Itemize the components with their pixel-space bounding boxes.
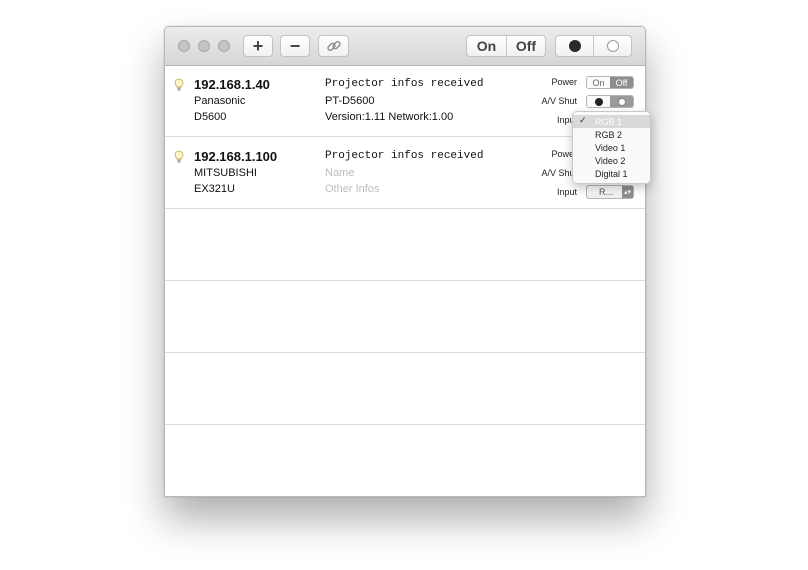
shutter-all-segmented: [555, 35, 632, 57]
toolbar: + − On Off: [165, 27, 645, 66]
input-dropdown-menu: ✓ RGB 1 RGB 2 Video 1 Video 2 Digital 1: [572, 111, 651, 184]
shutter-all-open-button[interactable]: [593, 36, 631, 56]
checkmark-icon: ✓: [579, 115, 587, 125]
av-shut-toggle[interactable]: [586, 95, 634, 108]
projector-status: Projector infos received: [325, 78, 484, 90]
shutter-close-option[interactable]: [587, 96, 610, 107]
input-label: Input: [556, 187, 577, 197]
empty-row: [165, 282, 645, 353]
input-option-label: RGB 1: [595, 116, 623, 127]
input-select[interactable]: R... ▴▾: [586, 185, 634, 199]
input-option-video1[interactable]: Video 1: [573, 141, 650, 154]
projector-window: + − On Off 192.168.1.40 Panasonic D5600 …: [164, 26, 646, 497]
black-circle-icon: [594, 97, 603, 106]
projector-name-field[interactable]: PT-D5600: [325, 95, 375, 107]
shutter-open-option[interactable]: [610, 96, 633, 107]
link-button[interactable]: [318, 35, 349, 57]
power-off-option[interactable]: Off: [610, 77, 633, 88]
input-option-label: Video 2: [595, 155, 626, 166]
link-icon: [326, 40, 341, 52]
power-label: Power: [551, 77, 577, 87]
projector-brand: MITSUBISHI: [194, 167, 257, 179]
minimize-window-button[interactable]: [198, 40, 210, 52]
close-window-button[interactable]: [178, 40, 190, 52]
projector-model: EX321U: [194, 183, 235, 195]
white-circle-icon: [617, 97, 626, 106]
projector-brand: Panasonic: [194, 95, 246, 107]
input-option-digital1[interactable]: Digital 1: [573, 167, 650, 180]
updown-arrows-icon: ▴▾: [622, 186, 633, 198]
add-projector-button[interactable]: +: [243, 35, 273, 57]
projector-name-field[interactable]: Name: [325, 167, 354, 179]
input-option-rgb1[interactable]: ✓ RGB 1: [573, 115, 650, 128]
input-select-value: R...: [599, 187, 614, 197]
input-option-label: Video 1: [595, 142, 626, 153]
shutter-all-close-button[interactable]: [556, 36, 593, 56]
projector-model: D5600: [194, 111, 227, 123]
projector-ip: 192.168.1.100: [194, 149, 278, 164]
input-option-rgb2[interactable]: RGB 2: [573, 128, 650, 141]
lightbulb-icon: [174, 78, 184, 91]
black-circle-icon: [568, 40, 581, 52]
projector-ip: 192.168.1.40: [194, 77, 270, 92]
power-all-on-button[interactable]: On: [467, 36, 506, 56]
lightbulb-icon: [174, 150, 184, 163]
av-shut-label: A/V Shut: [541, 96, 577, 106]
input-option-label: RGB 2: [595, 129, 623, 140]
plus-icon: +: [252, 35, 264, 56]
input-option-video2[interactable]: Video 2: [573, 154, 650, 167]
empty-row: [165, 354, 645, 425]
projector-status: Projector infos received: [325, 150, 484, 162]
input-option-label: Digital 1: [595, 168, 628, 179]
minus-icon: −: [289, 35, 301, 56]
zoom-window-button[interactable]: [218, 40, 230, 52]
white-circle-icon: [606, 40, 619, 52]
power-on-option[interactable]: On: [587, 77, 610, 88]
power-all-segmented: On Off: [466, 35, 546, 57]
empty-row: [165, 210, 645, 281]
projector-other-infos-field[interactable]: Other Infos: [325, 183, 379, 195]
power-all-off-button[interactable]: Off: [505, 36, 545, 56]
power-toggle[interactable]: On Off: [586, 76, 634, 89]
remove-projector-button[interactable]: −: [280, 35, 310, 57]
projector-other-infos-field[interactable]: Version:1.11 Network:1.00: [325, 111, 453, 123]
